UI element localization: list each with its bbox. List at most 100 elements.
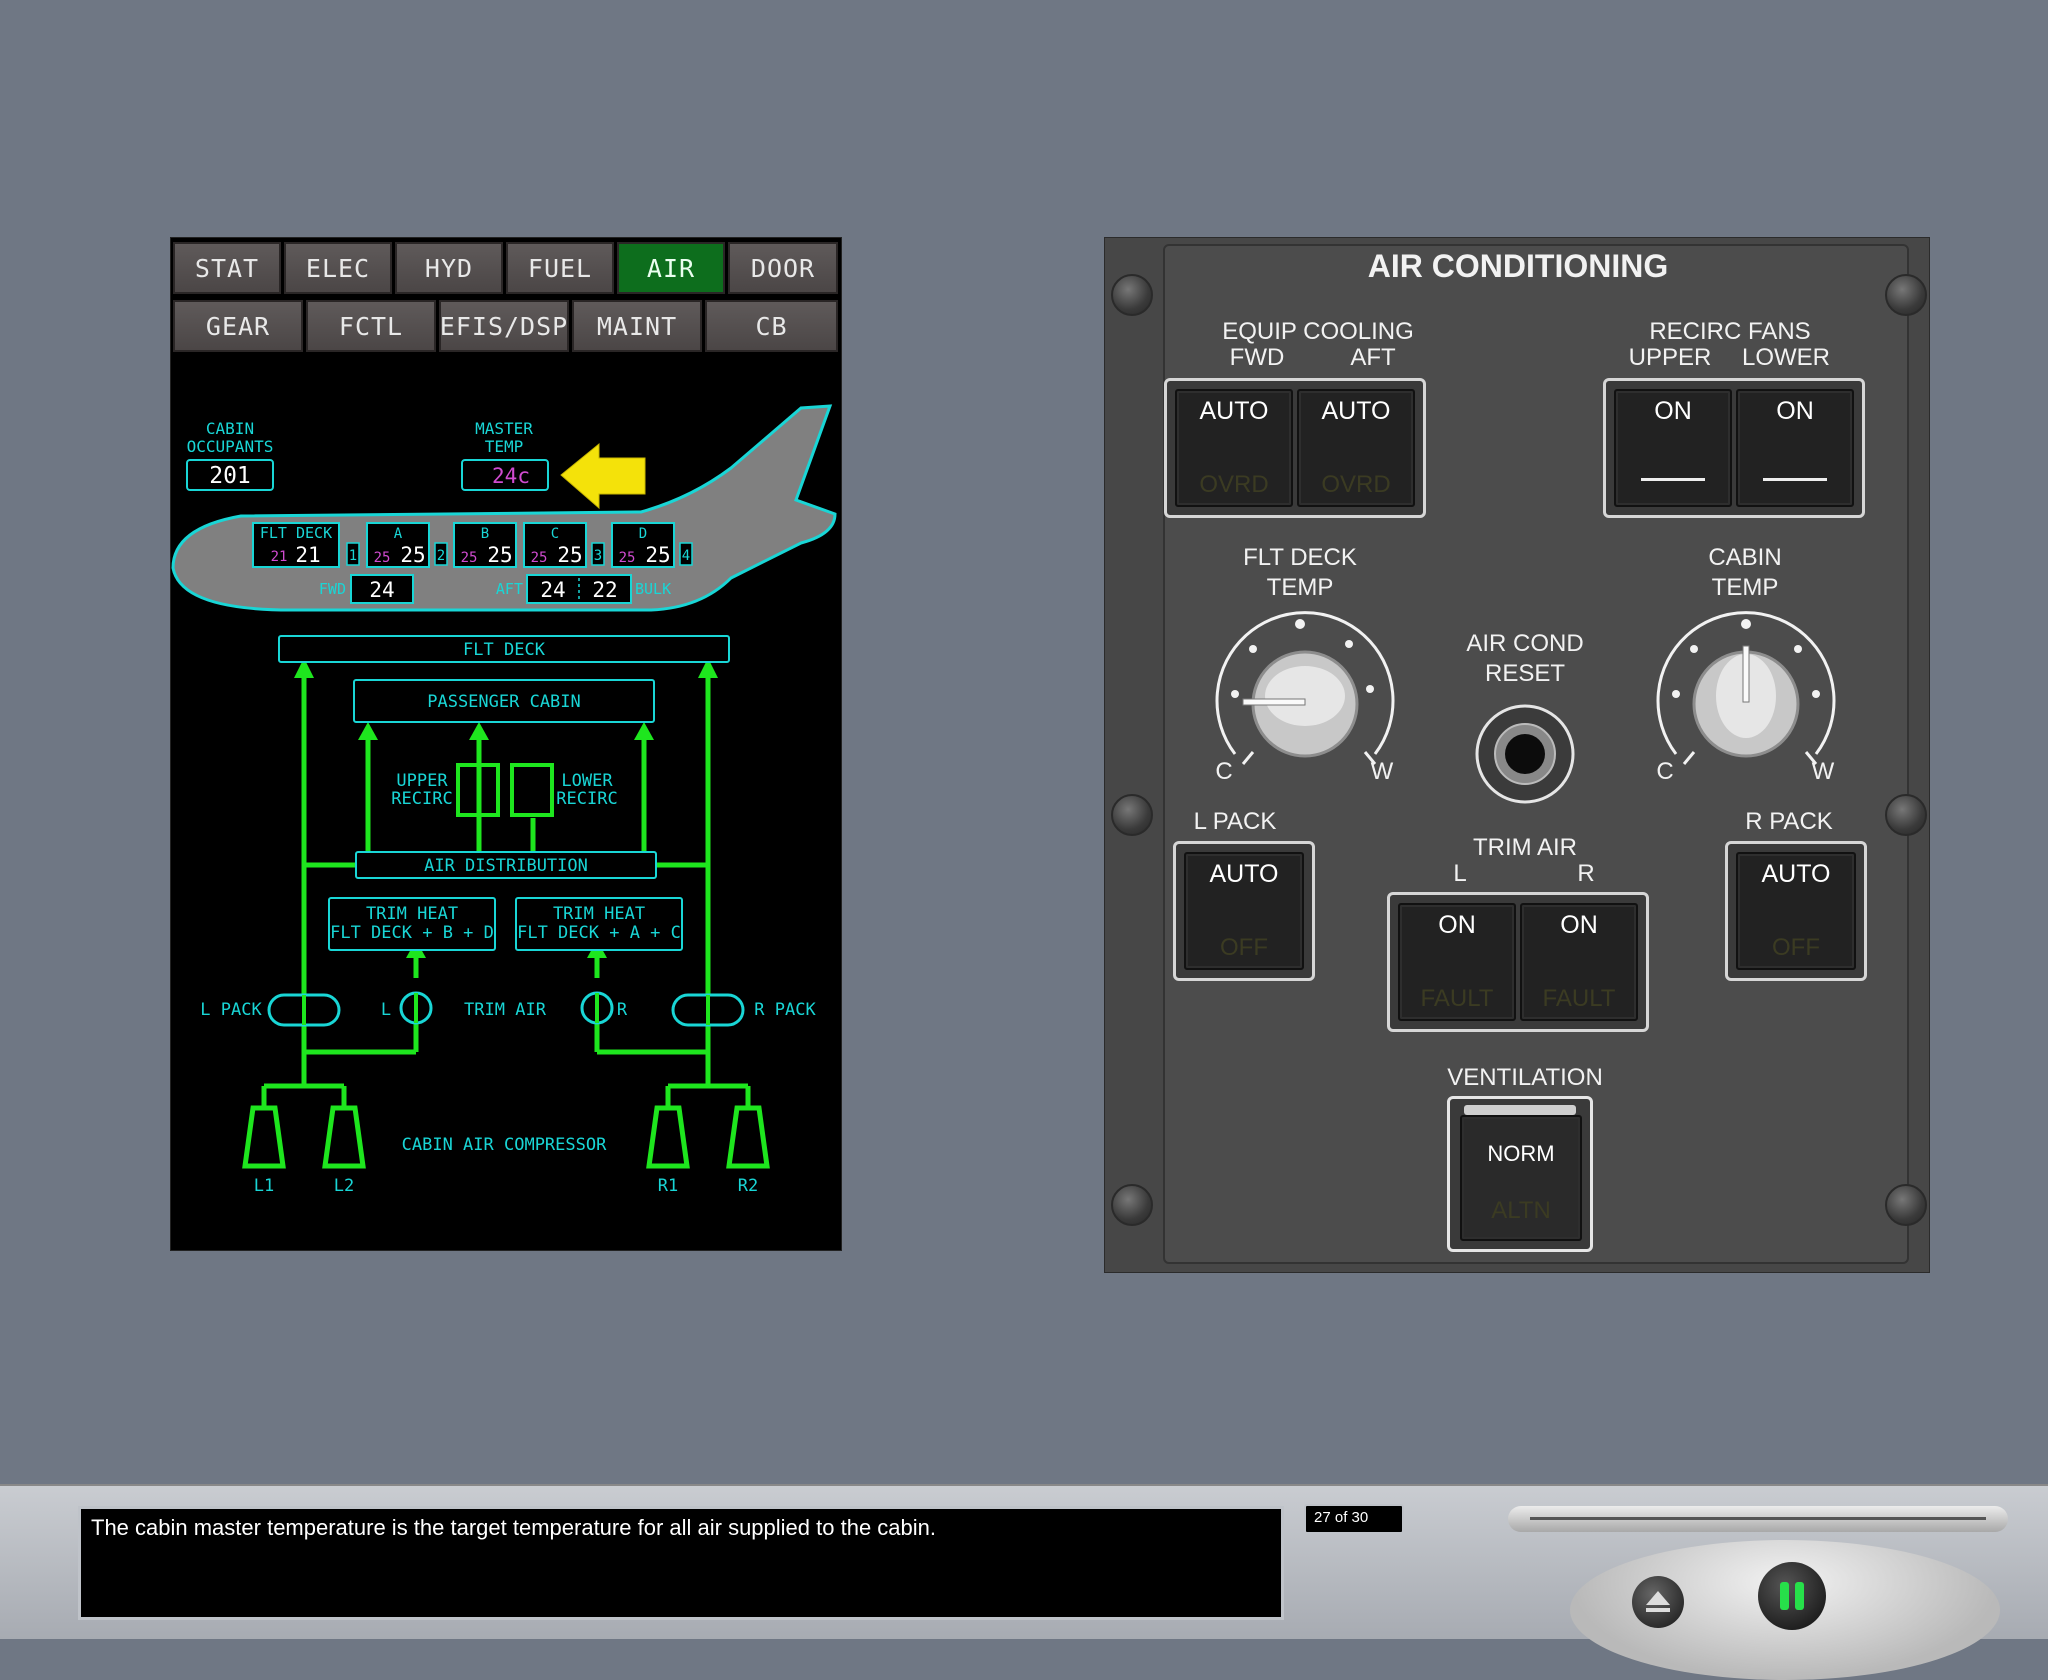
ventilation-switch[interactable]: NORM ALTN (1460, 1115, 1582, 1241)
zone-d-name: D (639, 526, 647, 542)
trim-heat-left-line2: FLT DECK + B + D (330, 923, 494, 943)
zone-c-actual: 25 (557, 543, 582, 567)
air-distribution-label: AIR DISTRIBUTION (424, 856, 588, 876)
cabin-temp-label2: TEMP (1711, 574, 1779, 601)
trim-heat-right-line1: TRIM HEAT (553, 904, 645, 924)
equip-aft-label: AFT (1350, 344, 1396, 371)
compressor-l1-label: L1 (254, 1176, 274, 1196)
zone-b-name: B (481, 526, 489, 542)
master-temp-label2: TEMP (485, 437, 524, 456)
zone-a-actual: 25 (400, 543, 425, 567)
trim-air-r-label: R (1577, 860, 1595, 887)
compressor-l2-label: L2 (334, 1176, 354, 1196)
trim-air-l-label: L (1453, 860, 1467, 887)
zone-c-target: 25 (531, 550, 548, 566)
equip-fwd-label: FWD (1229, 344, 1285, 371)
r-pack-label: R PACK (754, 1000, 816, 1020)
zone-b-actual: 25 (487, 543, 512, 567)
trim-heat-left-line1: TRIM HEAT (366, 904, 458, 924)
eject-icon[interactable] (1632, 1576, 1684, 1628)
compressor-r1-label: R1 (658, 1176, 678, 1196)
zone-flt-deck-target: 21 (271, 549, 288, 565)
air-cond-reset-button[interactable] (1465, 694, 1585, 814)
equip-cooling-fwd-switch[interactable]: AUTO OVRD (1175, 389, 1293, 507)
arrow-left-icon (560, 442, 646, 510)
zone-flt-deck-name: FLT DECK (260, 524, 332, 542)
cabin-occupants-label1: CABIN (206, 419, 254, 438)
l-pack-panel-label: L PACK (1193, 808, 1277, 835)
screw (1111, 794, 1153, 836)
aft-label: AFT (496, 580, 523, 598)
zone-num-3: 3 (594, 548, 602, 564)
compressor-r1 (646, 1105, 690, 1169)
compressor-r2 (726, 1105, 770, 1169)
screw (1885, 1184, 1927, 1226)
passenger-cabin-label: PASSENGER CABIN (427, 692, 581, 712)
cabin-knob-w: W (1811, 758, 1835, 785)
zone-d-actual: 25 (645, 543, 670, 567)
pause-icon[interactable] (1758, 1562, 1826, 1630)
zone-b-target: 25 (461, 550, 478, 566)
panel-title: AIR CONDITIONING (1367, 248, 1669, 284)
lower-recirc-line1: LOWER (561, 771, 613, 791)
equip-cooling-label: EQUIP COOLING (1222, 318, 1414, 345)
cabin-temp-label1: CABIN (1708, 544, 1782, 571)
flt-deck-knob-c: C (1215, 758, 1233, 785)
compressor-l2 (322, 1105, 366, 1169)
caption-text: The cabin master temperature is the targ… (91, 1515, 936, 1540)
zone-num-2: 2 (437, 548, 445, 564)
bulk-value: 22 (592, 578, 617, 602)
trim-air-label: TRIM AIR (464, 1000, 547, 1020)
fwd-label: FWD (319, 580, 346, 598)
recirc-upper-label: UPPER (1628, 344, 1712, 371)
zone-num-1: 1 (349, 548, 357, 564)
trim-air-panel-label: TRIM AIR (1472, 834, 1577, 861)
upper-recirc-line1: UPPER (396, 771, 448, 791)
guard-cover (1464, 1105, 1576, 1115)
r-pack-switch[interactable]: AUTO OFF (1736, 852, 1856, 970)
page-counter: 27 of 30 (1304, 1504, 1404, 1534)
zone-a-target: 25 (374, 550, 391, 566)
zone-flt-deck-actual: 21 (295, 543, 320, 567)
upper-recirc-line2: RECIRC (391, 789, 452, 809)
air-synoptic: CABIN OCCUPANTS 201 MASTER TEMP 24c FLT … (171, 404, 837, 1196)
flt-deck-knob-w: W (1370, 758, 1394, 785)
ventilation-label: VENTILATION (1447, 1064, 1603, 1091)
flt-deck-temp-label2: TEMP (1266, 574, 1334, 601)
cabin-occupants-label2: OCCUPANTS (187, 437, 274, 456)
cabin-knob-c: C (1656, 758, 1674, 785)
bulk-label: BULK (635, 580, 671, 598)
zone-d-target: 25 (619, 550, 636, 566)
zone-a-name: A (394, 526, 403, 542)
air-cond-reset-label2: RESET (1484, 660, 1565, 687)
screw (1111, 1184, 1153, 1226)
compressor-r2-label: R2 (738, 1176, 758, 1196)
flt-deck-box-label: FLT DECK (463, 640, 546, 660)
cabin-air-compressor-label: CABIN AIR COMPRESSOR (402, 1135, 607, 1155)
aft-value: 24 (540, 578, 565, 602)
compressor-l1 (242, 1105, 286, 1169)
air-cond-reset-label1: AIR COND (1466, 630, 1584, 657)
trim-r-label: R (617, 1000, 628, 1020)
master-temp-label1: MASTER (475, 419, 533, 438)
equip-cooling-aft-switch[interactable]: AUTO OVRD (1297, 389, 1415, 507)
mfd-display: STAT ELEC HYD FUEL AIR DOOR GEAR FCTL EF… (170, 237, 842, 1251)
l-pack-switch[interactable]: AUTO OFF (1184, 852, 1304, 970)
trim-heat-right-line2: FLT DECK + A + C (517, 923, 681, 943)
trim-l-label: L (381, 1000, 391, 1020)
flt-deck-temp-label1: FLT DECK (1243, 544, 1357, 571)
zone-c-name: C (551, 526, 559, 542)
recirc-lower-switch[interactable]: ON (1736, 389, 1854, 507)
progress-track[interactable] (1508, 1506, 2008, 1532)
recirc-upper-switch[interactable]: ON (1614, 389, 1732, 507)
lower-recirc-line2: RECIRC (556, 789, 617, 809)
cabin-occupants-value: 201 (209, 463, 251, 489)
recirc-lower-label: LOWER (1741, 344, 1830, 371)
recirc-fans-label: RECIRC FANS (1649, 318, 1811, 345)
l-pack-label: L PACK (200, 1000, 262, 1020)
master-temp-value: 24c (492, 464, 530, 488)
caption-box: The cabin master temperature is the targ… (78, 1506, 1284, 1620)
trim-air-l-switch[interactable]: ON FAULT (1398, 903, 1516, 1021)
trim-air-r-switch[interactable]: ON FAULT (1520, 903, 1638, 1021)
zone-num-4: 4 (682, 548, 690, 564)
